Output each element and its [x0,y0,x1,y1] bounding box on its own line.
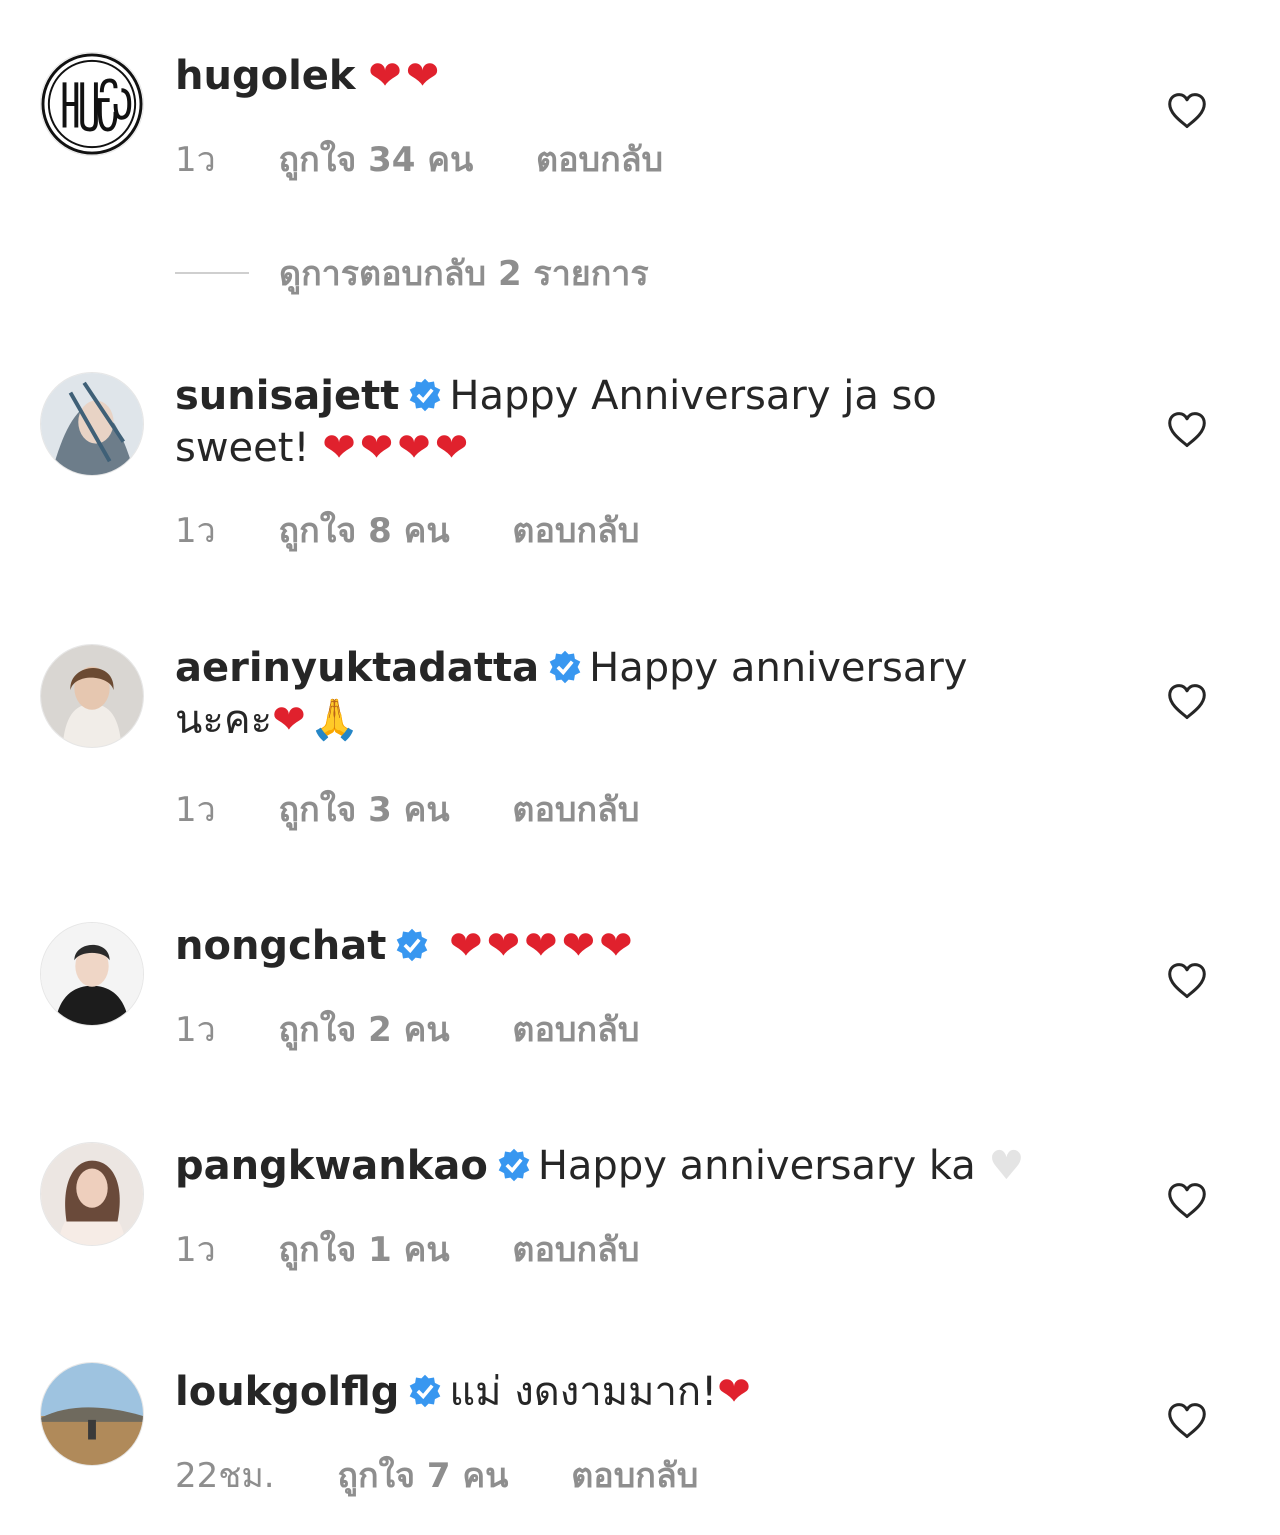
comment-username[interactable]: pangkwankao [175,1143,488,1189]
comment-likes[interactable]: ถูกใจ 7 คน [337,1448,508,1502]
reply-button[interactable]: ตอบกลับ [512,503,639,557]
like-button[interactable] [1166,411,1208,449]
verified-badge-icon [410,378,441,412]
comment-time: 1ว [175,1010,216,1050]
comment-text: pangkwankao Happy anniversary ka ♥ [175,1140,1075,1192]
avatar-image [41,1363,143,1465]
comment-meta: 22ชม. ถูกใจ 7 คน ตอบกลับ [175,1448,698,1502]
reply-button[interactable]: ตอบกลับ [512,1002,639,1056]
comment-time: 22ชม. [175,1456,275,1496]
like-button[interactable] [1166,92,1208,130]
comment-body: Happy anniversary ka [537,1143,976,1189]
comment-body: แม่ งดงามมาก! [449,1369,718,1415]
comment-username[interactable]: hugolek [175,53,356,99]
avatar[interactable] [40,372,144,476]
avatar[interactable] [40,644,144,748]
comment-username[interactable]: loukgolflg [175,1369,399,1415]
hugo-logo-icon [41,53,143,155]
comment-text: loukgolflg แม่ งดงามมาก!❤ [175,1366,1075,1418]
heart-outline-icon [1168,93,1206,129]
heart-outline-icon [1168,1403,1206,1439]
comment-likes[interactable]: ถูกใจ 2 คน [279,1002,450,1056]
view-replies-button[interactable]: ดูการตอบกลับ 2 รายการ [175,250,649,296]
comment-text: nongchat ❤❤❤❤❤ [175,920,1075,972]
view-replies-label: ดูการตอบกลับ 2 รายการ [279,254,649,294]
like-button[interactable] [1166,1182,1208,1220]
comment-meta: 1ว ถูกใจ 8 คน ตอบกลับ [175,503,639,557]
comment-username[interactable]: aerinyuktadatta [175,645,539,691]
divider [175,272,249,274]
heart-emoji-icon: ❤🙏 [272,697,364,743]
heart-emoji-icon: ❤ [717,1369,755,1415]
comment-likes[interactable]: ถูกใจ 3 คน [279,782,450,836]
avatar-image [41,645,143,747]
heart-emoji-icon: ❤❤ [368,53,444,99]
white-heart-emoji-icon: ♥ [988,1143,1029,1189]
avatar[interactable] [40,1142,144,1246]
heart-emoji-icon: ❤❤❤❤❤ [449,923,637,969]
heart-outline-icon [1168,963,1206,999]
verified-badge-icon [410,1374,441,1408]
comment-username[interactable]: nongchat [175,923,386,969]
heart-emoji-icon: ❤❤❤❤ [322,425,473,471]
heart-outline-icon [1168,1183,1206,1219]
verified-badge-icon [549,650,581,684]
reply-button[interactable]: ตอบกลับ [571,1448,698,1502]
avatar[interactable] [40,52,144,156]
verified-badge-icon [397,928,428,962]
avatar-image [41,923,143,1025]
comment-likes[interactable]: ถูกใจ 8 คน [279,503,450,557]
comment-text: aerinyuktadatta Happy anniversary นะคะ❤🙏 [175,642,1075,746]
reply-button[interactable]: ตอบกลับ [512,782,639,836]
comment-text: sunisajett Happy Anniversary ja so sweet!… [175,370,1075,474]
comment-time: 1ว [175,1230,216,1270]
comment-meta: 1ว ถูกใจ 1 คน ตอบกลับ [175,1222,639,1276]
comment-meta: 1ว ถูกใจ 2 คน ตอบกลับ [175,1002,639,1056]
comment-time: 1ว [175,511,216,551]
comment-username[interactable]: sunisajett [175,373,399,419]
comment-time: 1ว [175,790,216,830]
verified-badge-icon [498,1148,530,1182]
heart-outline-icon [1168,684,1206,720]
comment-time: 1ว [175,140,216,180]
comment-text: hugolek ❤❤ [175,50,1075,102]
comment-meta: 1ว ถูกใจ 3 คน ตอบกลับ [175,782,639,836]
comment-likes[interactable]: ถูกใจ 1 คน [279,1222,450,1276]
avatar-image [41,373,143,475]
comment-likes[interactable]: ถูกใจ 34 คน [279,132,474,186]
avatar[interactable] [40,922,144,1026]
avatar-image [41,1143,143,1245]
reply-button[interactable]: ตอบกลับ [536,132,663,186]
like-button[interactable] [1166,1402,1208,1440]
heart-outline-icon [1168,412,1206,448]
reply-button[interactable]: ตอบกลับ [512,1222,639,1276]
avatar[interactable] [40,1362,144,1466]
comment-meta: 1ว ถูกใจ 34 คน ตอบกลับ [175,132,663,186]
like-button[interactable] [1166,683,1208,721]
like-button[interactable] [1166,962,1208,1000]
